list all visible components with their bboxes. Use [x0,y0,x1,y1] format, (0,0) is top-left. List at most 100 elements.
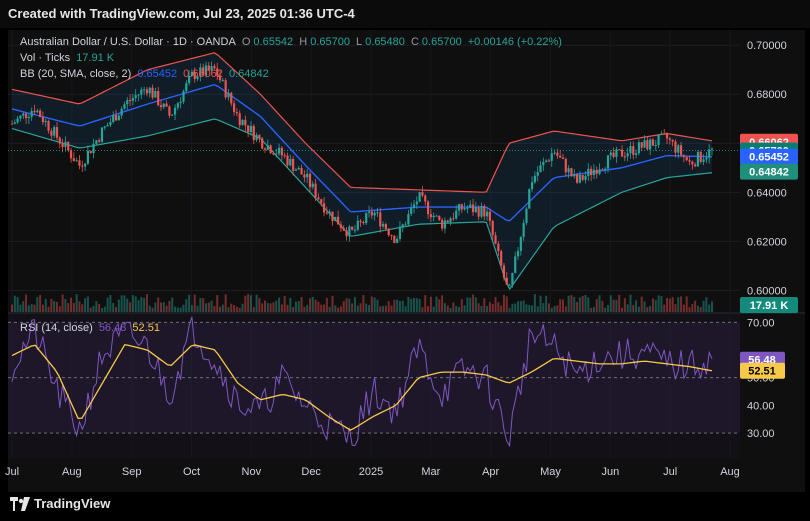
volume-bar [525,304,528,312]
candle-body [72,158,75,162]
volume-bar [47,306,50,312]
candle-body [345,230,348,237]
candle-body [699,151,702,162]
volume-bar [455,305,458,312]
candle-body [137,94,140,96]
volume-bar [235,306,238,312]
time-tick-label: Apr [482,466,499,478]
volume-bar [491,303,494,312]
candle-body [64,141,67,148]
candle-body [649,139,652,150]
volume-bar [134,296,137,312]
candle-body [128,100,132,102]
volume-bar [696,305,699,312]
candle-body [249,125,253,133]
candle-body [224,80,227,98]
candle-body [221,80,224,82]
volume-bar [345,298,348,312]
legend-rsi-value: 56.48 [98,322,127,334]
candle-body [592,169,596,176]
candle-body [55,127,59,138]
candle-body [685,156,688,161]
volume-bar [359,303,362,312]
volume-bar [148,305,151,312]
time-tick-label: Dec [301,466,321,478]
volume-bar [688,307,691,312]
candle-body [379,212,382,227]
candle-body [317,197,320,200]
candle-body [435,215,438,217]
candle-body [19,115,22,119]
time-tick-label: Sep [122,466,142,478]
candle-body [514,256,517,273]
volume-bar [129,302,132,312]
volume-bar [11,304,13,312]
candle-body [145,89,149,94]
volume-bar [264,300,267,312]
volume-bar [303,306,306,312]
volume-bar [413,297,416,312]
candle-body [421,192,424,196]
candle-body [314,183,317,198]
time-tick-label: Oct [183,466,200,478]
volume-bar [438,299,441,312]
candle-body [609,152,612,156]
candle-body [179,101,182,104]
legend-low-label: L [356,36,363,48]
volume-bar [157,297,160,312]
volume-bar [202,298,205,312]
candle-body [590,168,593,176]
candle-body [480,206,483,217]
volume-bar [635,300,638,312]
candle-body [320,199,323,204]
legend-high: 0.65700 [310,36,350,48]
candle-body [511,272,514,285]
volume-bar [25,294,28,312]
candle-body [103,126,106,128]
rsi-tick-label: 30.00 [747,428,775,440]
volume-bar [576,302,579,312]
volume-bar [103,306,106,312]
candle-body [455,210,458,219]
rsi-layer [8,316,740,448]
candle-body [404,224,407,226]
candle-body [325,212,328,214]
volume-bar [705,297,708,312]
volume-bar [398,300,401,312]
candle-body [651,139,655,146]
volume-bar [649,305,652,312]
volume-bar [666,298,669,312]
volume-bar [292,307,295,312]
volume-bar [210,300,213,312]
candle-body [44,120,47,123]
candle-body [41,116,45,123]
volume-bar [677,297,680,312]
candle-body [100,127,104,142]
volume-bar [174,306,177,312]
legend-change: +0.00146 (+0.22%) [467,36,562,48]
volume-bar [219,306,222,312]
volume-bar [207,302,210,312]
candle-body [559,155,562,158]
legend-open-label: O [241,36,251,48]
rsi-tick-label: 40.00 [747,400,775,412]
candle-body [235,112,238,114]
badge-bb-lower: 0.64842 [740,163,798,180]
candle-body [556,152,559,156]
candle-body [159,105,163,108]
candle-body [438,215,441,220]
candle-body [567,168,570,173]
volume-bar [671,297,674,312]
time-tick-label: May [540,466,561,478]
legend-close-label: C [410,36,419,48]
volume-bar [567,295,570,312]
candle-body [657,134,660,146]
volume-bar [199,298,202,312]
legend-rsi: RSI (14, close) 56.48 52.51 [20,322,163,334]
candle-body [469,204,472,208]
volume-bar [497,302,500,312]
candle-body [10,123,14,125]
candle-body [522,222,525,237]
candle-body [401,224,404,227]
candle-body [266,145,269,150]
